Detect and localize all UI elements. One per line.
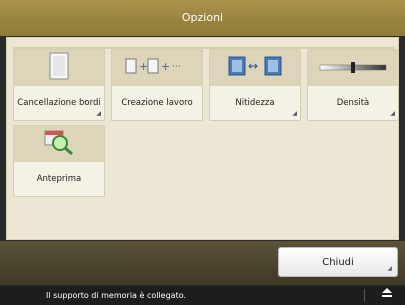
eject-button[interactable] bbox=[368, 286, 405, 305]
svg-text:···: ··· bbox=[172, 62, 181, 72]
more-indicator-icon: ◢ bbox=[292, 110, 297, 117]
status-message: Il supporto di memoria è collegato. bbox=[46, 291, 187, 300]
status-bar: Il supporto di memoria è collegato. bbox=[0, 286, 405, 305]
sharpness-button[interactable]: ↔ Nitidezza ◢ bbox=[209, 49, 301, 121]
more-indicator-icon: ◢ bbox=[390, 110, 395, 117]
svg-text:+: + bbox=[161, 60, 170, 73]
density-button[interactable]: Densità ◢ bbox=[307, 49, 399, 121]
document-icon bbox=[49, 52, 69, 84]
page-title: Opzioni bbox=[0, 0, 405, 36]
preview-magnifier-icon bbox=[43, 129, 75, 159]
sharpness-icon: ↔ bbox=[225, 55, 285, 81]
close-button[interactable]: Chiudi ◢ bbox=[278, 247, 398, 277]
job-build-icon: + + ··· bbox=[124, 56, 190, 80]
eject-icon bbox=[381, 286, 393, 305]
svg-text:+: + bbox=[139, 60, 148, 73]
tile-label: Densità bbox=[336, 97, 370, 108]
more-indicator-icon: ◢ bbox=[387, 265, 392, 272]
density-slider-icon bbox=[318, 59, 388, 78]
job-build-button[interactable]: + + ··· Creazione lavoro bbox=[111, 49, 203, 121]
tile-label: Nitidezza bbox=[235, 97, 275, 108]
status-divider bbox=[364, 289, 365, 302]
close-button-label: Chiudi bbox=[322, 256, 354, 268]
options-screen: Opzioni Cancellazione bordi ◢ + + ··· Cr… bbox=[0, 0, 405, 305]
tile-label: Creazione lavoro bbox=[121, 97, 193, 108]
preview-button[interactable]: Anteprima bbox=[13, 125, 105, 197]
tile-label: Cancellazione bordi bbox=[17, 97, 101, 108]
options-panel: Cancellazione bordi ◢ + + ··· Creazione … bbox=[6, 37, 399, 240]
tile-label: Anteprima bbox=[36, 173, 82, 184]
more-indicator-icon: ◢ bbox=[96, 110, 101, 117]
svg-text:↔: ↔ bbox=[248, 59, 258, 73]
erase-frame-button[interactable]: Cancellazione bordi ◢ bbox=[13, 49, 105, 121]
